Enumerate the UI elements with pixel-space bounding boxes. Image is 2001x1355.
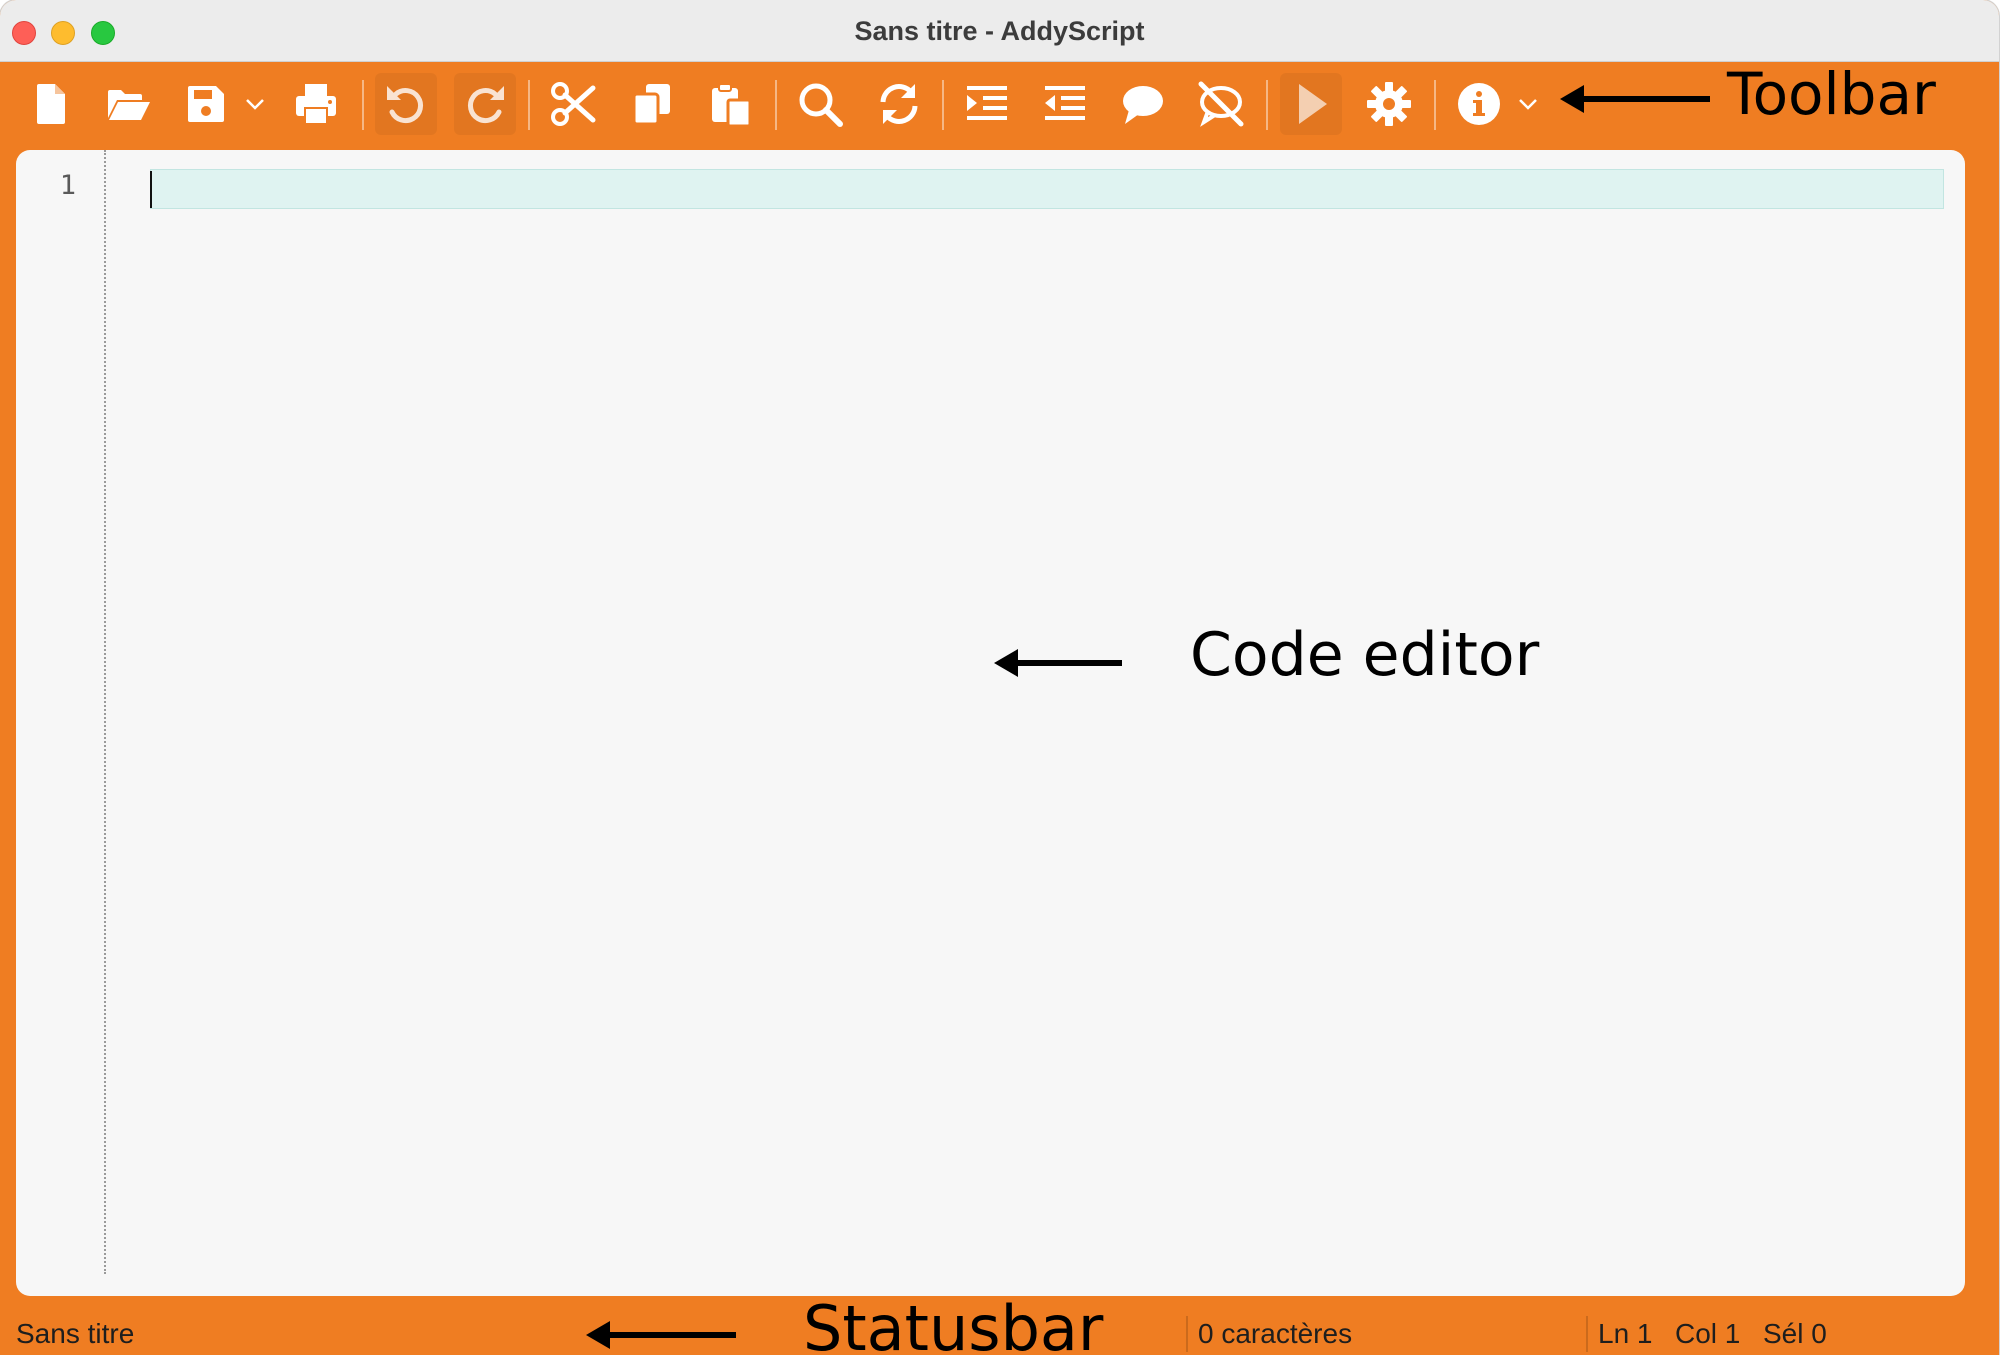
status-line: Ln 1 [1598, 1318, 1653, 1349]
uncomment-icon [1198, 81, 1244, 127]
toolbar-separator [1266, 80, 1268, 130]
info-icon [1458, 83, 1500, 125]
code-editor[interactable]: 1 Code editor [16, 150, 1965, 1296]
print-button[interactable] [285, 73, 347, 135]
statusbar-annotation-label: Statusbar [803, 1292, 1104, 1355]
outdent-icon [1045, 86, 1085, 120]
run-button[interactable] [1280, 73, 1342, 135]
status-bar: Sans titre Statusbar 0 caractères Ln 1 C… [0, 1292, 1999, 1355]
toolbar: Toolbar [0, 60, 1999, 150]
search-icon [799, 83, 843, 127]
code-editor-annotation-arrow-icon [994, 649, 1122, 677]
paste-button[interactable] [699, 73, 761, 135]
settings-button[interactable] [1358, 73, 1420, 135]
refresh-icon [880, 84, 918, 124]
info-button[interactable] [1448, 73, 1510, 135]
status-document-name: Sans titre [16, 1318, 135, 1349]
redo-button[interactable] [454, 73, 516, 135]
status-separator [1586, 1316, 1588, 1352]
save-button[interactable] [175, 73, 237, 135]
info-dropdown-chevron-icon[interactable] [1517, 96, 1539, 112]
title-bar[interactable]: Sans titre - AddyScript [0, 0, 1999, 62]
print-icon [296, 84, 336, 125]
copy-button[interactable] [621, 73, 683, 135]
cut-button[interactable] [542, 73, 604, 135]
status-column: Col 1 [1675, 1318, 1741, 1349]
toolbar-annotation-arrow-icon [1560, 85, 1710, 113]
toolbar-separator [362, 80, 364, 130]
open-file-button[interactable] [97, 73, 159, 135]
outdent-button[interactable] [1034, 73, 1096, 135]
undo-button[interactable] [375, 73, 437, 135]
indent-button[interactable] [956, 73, 1018, 135]
indent-icon [967, 86, 1007, 120]
line-number: 1 [59, 170, 76, 201]
status-separator [1186, 1316, 1188, 1352]
paste-icon [712, 83, 752, 128]
toolbar-separator [1434, 80, 1436, 130]
save-icon [188, 86, 224, 122]
current-line-highlight [150, 169, 1944, 209]
play-icon [1299, 84, 1327, 124]
replace-button[interactable] [868, 73, 930, 135]
toolbar-annotation-label: Toolbar [1727, 60, 1936, 128]
app-window: Sans titre - AddyScript Toolbar 1 Code e… [0, 0, 1999, 1355]
statusbar-annotation-arrow-icon [586, 1321, 736, 1349]
toolbar-separator [942, 80, 944, 130]
toolbar-separator [528, 80, 530, 130]
uncomment-button[interactable] [1190, 73, 1252, 135]
status-selection: Sél 0 [1763, 1318, 1827, 1349]
toolbar-separator [775, 80, 777, 130]
new-file-button[interactable] [20, 73, 82, 135]
line-number-gutter: 1 [16, 150, 106, 1274]
comment-icon [1123, 86, 1163, 124]
find-button[interactable] [789, 73, 851, 135]
save-dropdown-chevron-icon[interactable] [244, 96, 266, 112]
scissors-icon [551, 82, 596, 126]
new-file-icon [37, 84, 65, 124]
redo-icon [467, 86, 504, 123]
code-editor-annotation-label: Code editor [1190, 620, 1540, 690]
comment-button[interactable] [1112, 73, 1174, 135]
status-char-count: 0 caractères [1198, 1318, 1353, 1349]
copy-icon [632, 84, 670, 126]
undo-icon [387, 86, 424, 123]
gear-icon [1367, 82, 1411, 126]
window-title: Sans titre - AddyScript [854, 16, 1145, 46]
open-folder-icon [108, 90, 150, 120]
text-cursor [150, 171, 152, 208]
